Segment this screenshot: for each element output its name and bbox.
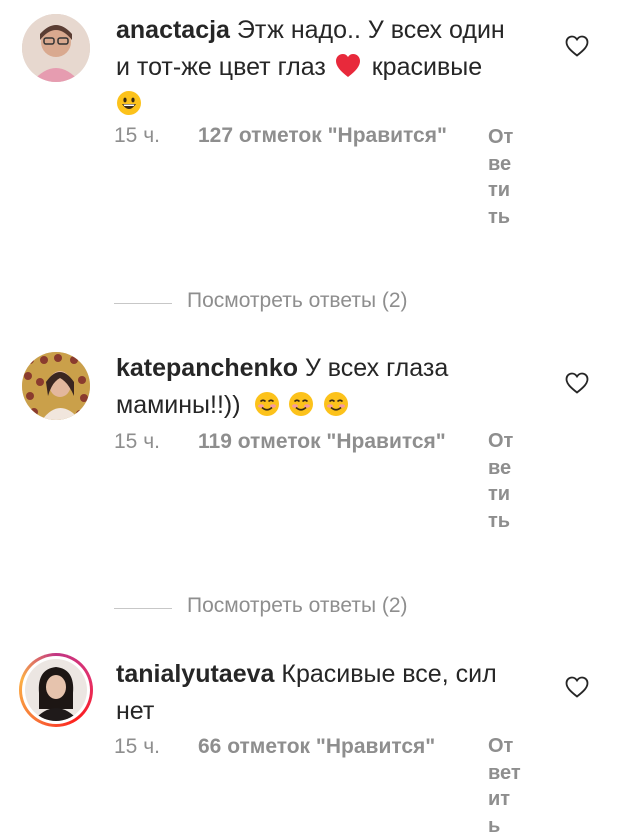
comment-text-line1: Красивые все, сил: [281, 660, 497, 688]
username[interactable]: katepanchenko: [116, 354, 298, 382]
view-replies-label[interactable]: Посмотреть ответы (2): [187, 289, 408, 313]
avatar-photo: [22, 14, 90, 82]
comment-text-line1: У всех глаза: [304, 354, 449, 382]
comment-text-line2: мамины!!)): [116, 391, 241, 419]
username[interactable]: anactacja: [116, 16, 230, 44]
username[interactable]: tanialyutaeva: [116, 660, 274, 688]
comment-text: anactacja Этж надо.. У всех один и тот-ж…: [116, 12, 546, 123]
grinning-face-icon: [117, 91, 141, 115]
comment-text: katepanchenko У всех глаза мамины!!)): [116, 350, 546, 424]
avatar[interactable]: [22, 14, 90, 82]
likes-count[interactable]: 66 отметок "Нравится": [198, 735, 435, 759]
comment-time: 15 ч.: [114, 430, 160, 453]
avatar[interactable]: [22, 352, 90, 420]
comment-text-line2b: красивые: [371, 53, 483, 81]
comment-text-line2: нет: [116, 697, 155, 725]
view-replies-divider: [114, 303, 172, 304]
heart-outline-icon[interactable]: [565, 676, 589, 698]
comment-text: tanialyutaeva Красивые все, сил нет: [116, 656, 546, 730]
reply-button[interactable]: Ответить: [488, 733, 522, 839]
avatar-story-ring[interactable]: [19, 653, 93, 727]
smiling-face-icon: [289, 392, 314, 416]
comment-time: 15 ч.: [114, 124, 160, 147]
avatar: [22, 656, 90, 724]
smiling-face-icon: [324, 392, 349, 416]
avatar-photo: [22, 352, 90, 420]
heart-outline-icon[interactable]: [565, 35, 589, 57]
view-replies-label[interactable]: Посмотреть ответы (2): [187, 594, 408, 618]
avatar-photo: [25, 659, 87, 721]
comment-text-line2a: и тот-же цвет глаз: [116, 53, 326, 81]
comment-time: 15 ч.: [114, 735, 160, 758]
likes-count[interactable]: 127 отметок "Нравится": [198, 124, 447, 148]
reply-button[interactable]: Ответить: [488, 124, 518, 230]
view-replies-divider: [114, 608, 172, 609]
likes-count[interactable]: 119 отметок "Нравится": [198, 430, 446, 454]
red-heart-icon: [335, 54, 360, 77]
comment-text-line1: Этж надо.. У всех один: [236, 16, 505, 44]
reply-button[interactable]: Ответить: [488, 428, 518, 534]
heart-outline-icon[interactable]: [565, 372, 589, 394]
smiling-face-icon: [254, 392, 279, 416]
